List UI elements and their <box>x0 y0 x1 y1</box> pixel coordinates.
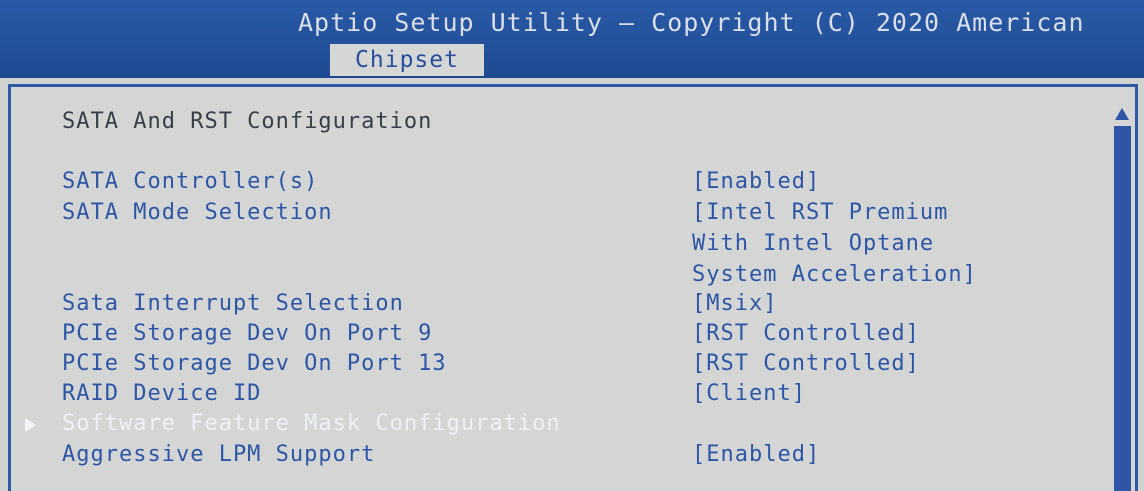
setting-pcie-storage-port-9[interactable]: PCIe Storage Dev On Port 9 <box>62 321 432 346</box>
value-pcie-storage-port-13[interactable]: [RST Controlled] <box>692 351 920 376</box>
value-pcie-storage-port-9[interactable]: [RST Controlled] <box>692 321 920 346</box>
submenu-software-feature-mask-configuration[interactable]: Software Feature Mask Configuration <box>62 411 561 436</box>
setting-sata-interrupt-selection[interactable]: Sata Interrupt Selection <box>62 291 404 316</box>
scrollbar-thumb[interactable] <box>1114 126 1131 491</box>
section-title: SATA And RST Configuration <box>62 109 433 134</box>
value-sata-controllers[interactable]: [Enabled] <box>692 169 820 194</box>
value-sata-mode-selection-line-3: System Acceleration] <box>692 262 977 287</box>
setting-sata-mode-selection[interactable]: SATA Mode Selection <box>62 200 333 225</box>
submenu-arrow-icon <box>25 418 36 432</box>
value-sata-interrupt-selection[interactable]: [Msix] <box>692 291 777 316</box>
tab-chipset[interactable]: Chipset <box>330 44 484 76</box>
value-sata-mode-selection-line-1[interactable]: [Intel RST Premium <box>692 200 948 225</box>
setting-raid-device-id[interactable]: RAID Device ID <box>62 381 261 406</box>
setting-pcie-storage-port-13[interactable]: PCIe Storage Dev On Port 13 <box>62 351 447 376</box>
scrollbar[interactable] <box>1112 108 1132 491</box>
settings-panel: SATA And RST Configuration SATA Controll… <box>8 84 1138 491</box>
setting-sata-controllers[interactable]: SATA Controller(s) <box>62 169 318 194</box>
value-raid-device-id[interactable]: [Client] <box>692 381 806 406</box>
header-bar: Aptio Setup Utility – Copyright (C) 2020… <box>0 0 1144 78</box>
value-aggressive-lpm-support[interactable]: [Enabled] <box>692 442 820 467</box>
value-sata-mode-selection-line-2: With Intel Optane <box>692 231 935 256</box>
app-title: Aptio Setup Utility – Copyright (C) 2020… <box>298 8 1085 37</box>
setting-aggressive-lpm-support[interactable]: Aggressive LPM Support <box>62 442 375 467</box>
scroll-up-arrow-icon[interactable] <box>1115 108 1129 120</box>
bios-screen: Aptio Setup Utility – Copyright (C) 2020… <box>0 0 1144 491</box>
